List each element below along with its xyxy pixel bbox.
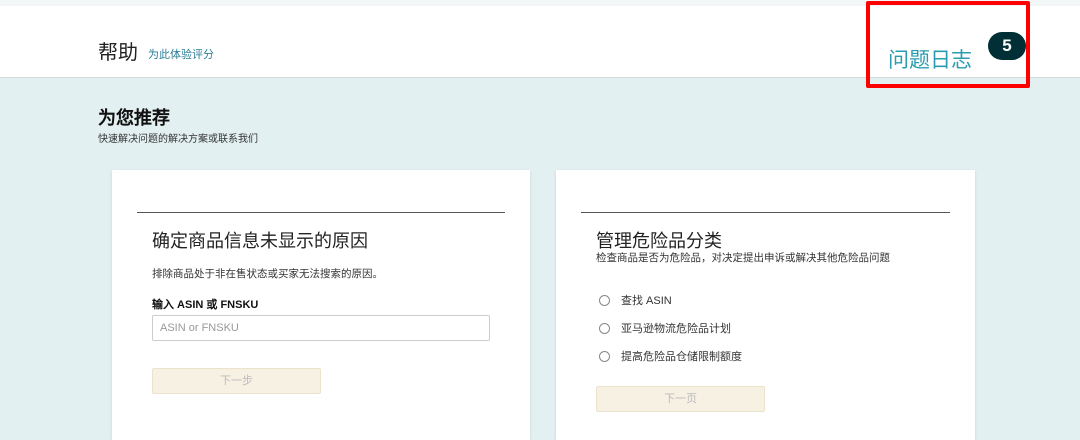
option-label: 亚马逊物流危险品计划 [621,323,731,335]
divider [137,212,505,213]
dangerous-goods-card: 管理危险品分类 检查商品是否为危险品，对决定提出申诉或解决其他危险品问题 查找 … [556,170,975,440]
asin-fnsku-input[interactable] [152,315,490,341]
card-description: 检查商品是否为危险品，对决定提出申诉或解决其他危险品问题 [596,252,890,264]
option-fba-dg-program[interactable]: 亚马逊物流危险品计划 [599,320,731,336]
next-page-button[interactable]: 下一页 [596,386,765,412]
option-label: 查找 ASIN [621,295,672,307]
option-label: 提高危险品仓储限制额度 [621,351,742,363]
section-title: 为您推荐 [98,108,170,128]
next-step-button[interactable]: 下一步 [152,368,321,394]
card-description: 排除商品处于非在售状态或买家无法搜索的原因。 [152,268,383,280]
highlight-box [866,1,1030,88]
rate-experience-link[interactable]: 为此体验评分 [148,46,214,62]
asin-input-label: 输入 ASIN 或 FNSKU [152,299,259,311]
listing-not-shown-card: 确定商品信息未显示的原因 排除商品处于非在售状态或买家无法搜索的原因。 输入 A… [112,170,530,440]
section-subtitle: 快速解决问题的解决方案或联系我们 [98,134,258,145]
radio-icon[interactable] [599,350,610,362]
card-title: 确定商品信息未显示的原因 [152,231,368,251]
option-increase-storage-limit[interactable]: 提高危险品仓储限制额度 [599,348,742,364]
radio-icon[interactable] [599,322,610,334]
divider [581,212,950,213]
option-find-asin[interactable]: 查找 ASIN [599,292,672,308]
page-title: 帮助 [98,42,138,64]
radio-icon[interactable] [599,294,610,306]
